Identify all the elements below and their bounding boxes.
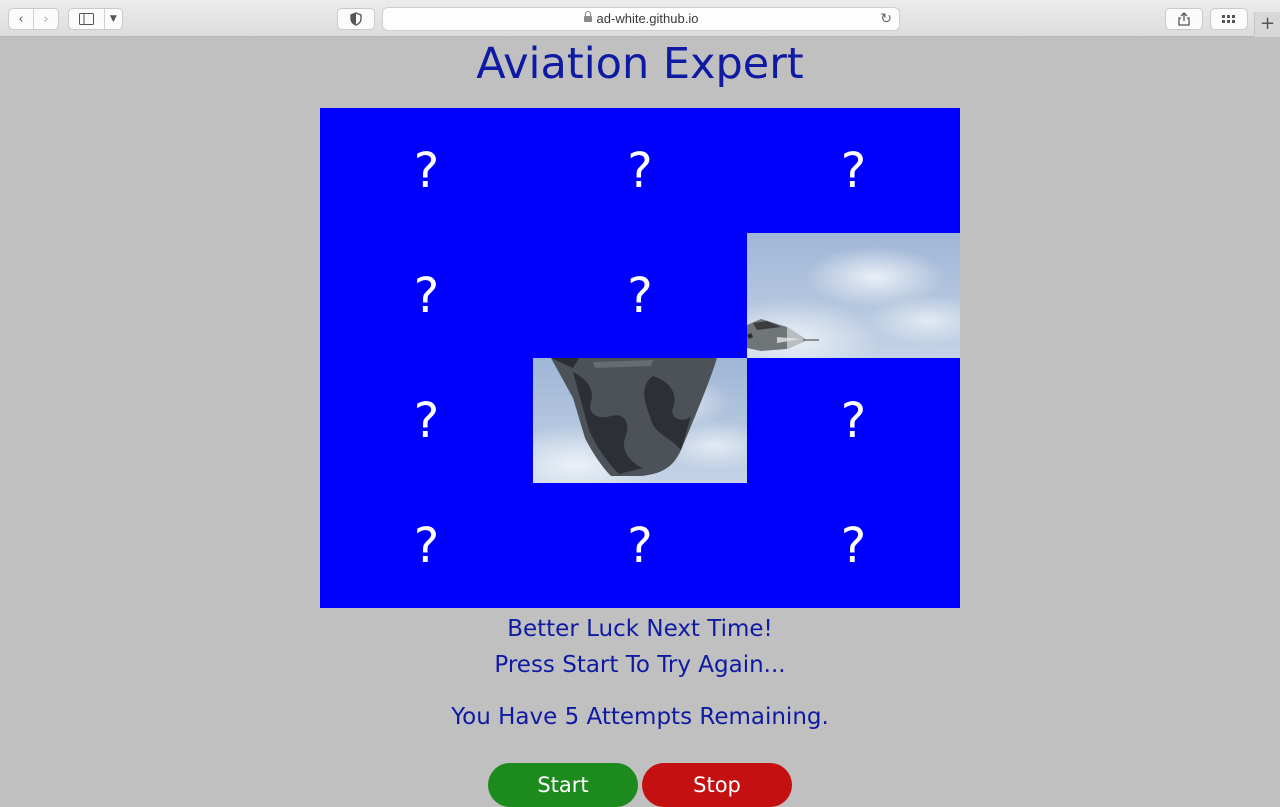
- forward-icon[interactable]: ›: [34, 9, 58, 29]
- page-title: Aviation Expert: [476, 39, 804, 89]
- tile-3[interactable]: ?: [747, 108, 960, 233]
- new-tab-icon[interactable]: +: [1254, 12, 1280, 37]
- attempts-remaining: You Have 5 Attempts Remaining.: [451, 704, 829, 730]
- stop-button[interactable]: Stop: [642, 763, 792, 807]
- question-mark: ?: [413, 142, 440, 199]
- question-mark: ?: [840, 392, 867, 449]
- aircraft-wing-image: [551, 358, 717, 476]
- game-board: ? ? ? ? ? ? ? ? ? ?: [320, 108, 960, 608]
- tile-2[interactable]: ?: [533, 108, 747, 233]
- share-button[interactable]: [1165, 8, 1203, 30]
- reload-icon[interactable]: ↻: [880, 11, 892, 27]
- tab-overview-button[interactable]: [1210, 8, 1248, 30]
- tile-11[interactable]: ?: [533, 483, 747, 608]
- nav-buttons: ‹ ›: [8, 8, 59, 30]
- question-mark: ?: [840, 142, 867, 199]
- tile-8-revealed[interactable]: [533, 358, 747, 483]
- tile-5[interactable]: ?: [533, 233, 747, 358]
- question-mark: ?: [627, 142, 653, 199]
- address-bar[interactable]: ad-white.github.io ↻: [382, 7, 900, 31]
- question-mark: ?: [413, 267, 440, 324]
- tile-9[interactable]: ?: [747, 358, 960, 483]
- tile-7[interactable]: ?: [320, 358, 533, 483]
- shield-icon: [350, 12, 362, 26]
- result-message: Better Luck Next Time!: [507, 616, 773, 642]
- browser-toolbar: ‹ › ▼ ad-white.github.io ↻ +: [0, 0, 1280, 37]
- question-mark: ?: [413, 392, 440, 449]
- chevron-down-icon[interactable]: ▼: [105, 9, 122, 29]
- tile-10[interactable]: ?: [320, 483, 533, 608]
- tile-6-revealed[interactable]: [747, 233, 960, 358]
- tile-1[interactable]: ?: [320, 108, 533, 233]
- privacy-button[interactable]: [337, 8, 375, 30]
- question-mark: ?: [413, 517, 440, 574]
- question-mark: ?: [627, 517, 653, 574]
- url-text: ad-white.github.io: [596, 11, 699, 26]
- start-button[interactable]: Start: [488, 763, 638, 807]
- tile-12[interactable]: ?: [747, 483, 960, 608]
- sidebar-buttons: ▼: [68, 8, 123, 30]
- sidebar-icon[interactable]: [69, 9, 104, 29]
- lock-icon: [583, 11, 592, 22]
- question-mark: ?: [840, 517, 867, 574]
- retry-prompt: Press Start To Try Again...: [494, 652, 786, 678]
- aircraft-nose-image: [747, 319, 819, 351]
- question-mark: ?: [627, 267, 653, 324]
- grid-icon: [1222, 14, 1235, 23]
- share-icon: [1178, 12, 1190, 26]
- tile-4[interactable]: ?: [320, 233, 533, 358]
- back-icon[interactable]: ‹: [9, 9, 33, 29]
